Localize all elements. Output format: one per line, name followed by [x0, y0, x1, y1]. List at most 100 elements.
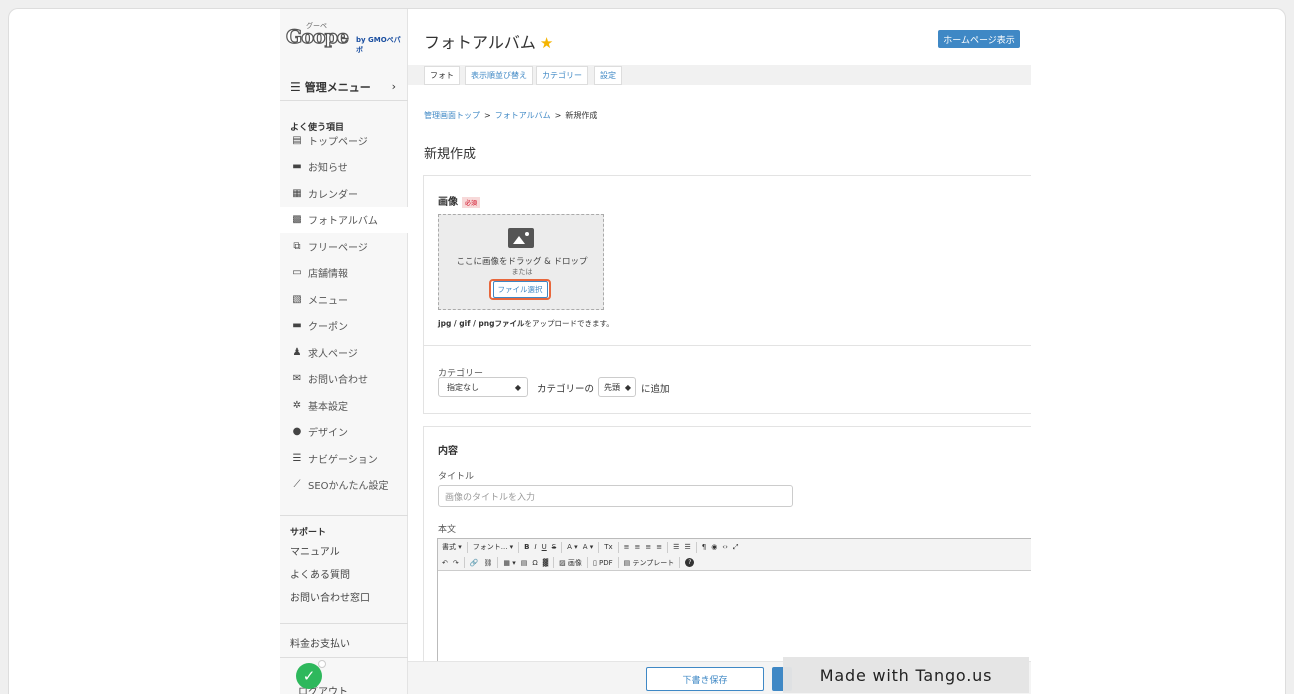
sidebar-item-news[interactable]: ▬ お知らせ	[280, 154, 408, 181]
file-format-rest: をアップロードできます。	[524, 319, 614, 328]
source-icon[interactable]: ‹›	[722, 543, 728, 551]
align-center-button[interactable]: ≡	[635, 543, 641, 551]
support-heading: サポート	[290, 528, 327, 538]
dropzone-or: または	[511, 268, 533, 276]
sidebar-item-coupon[interactable]: ▬ クーポン	[280, 313, 408, 340]
sidebar-item-top-page[interactable]: ▤ トップページ	[280, 127, 408, 154]
breadcrumb-home[interactable]: 管理画面トップ	[424, 111, 480, 120]
toolbar-sep	[617, 557, 619, 568]
link-icon[interactable]: 🔗	[470, 559, 479, 567]
star-icon[interactable]: ★	[540, 34, 553, 52]
sidebar-item-basic-settings[interactable]: ✲ 基本設定	[280, 392, 408, 419]
sidebar-item-menu[interactable]: ▧ メニュー	[280, 286, 408, 313]
table-icon[interactable]: ▦ ▾	[503, 559, 515, 567]
image-label-text: 画像	[438, 197, 458, 208]
file-select-button[interactable]: ファイル選択	[489, 279, 551, 300]
text-color-button[interactable]: A ▾	[567, 543, 578, 551]
sidebar-item-label: メニュー	[308, 295, 348, 307]
sidebar-item-store-info[interactable]: ▭ 店舗情報	[280, 260, 408, 287]
template-button[interactable]: ▤ テンプレート	[624, 558, 675, 568]
select-caret-icon: ◆	[624, 382, 631, 392]
toolbar-sep	[695, 541, 697, 553]
fullscreen-icon[interactable]: ⤢	[733, 543, 739, 552]
goope-logo[interactable]: グーペ Goope by GMOペパボ	[285, 21, 404, 54]
bold-button[interactable]: B	[524, 543, 529, 551]
toolbar-sep	[497, 557, 499, 568]
screenshot-frame: グーペ Goope by GMOペパボ ☰ 管理メニュー › よく使う項目 ▤ ト…	[8, 8, 1286, 694]
chart-icon: ⟋	[293, 479, 301, 491]
bg-color-button[interactable]: A ▾	[583, 543, 594, 551]
logo-by-gmo: by GMOペパボ	[356, 36, 401, 54]
underline-button[interactable]: U	[542, 543, 547, 551]
breadcrumb-sep: >	[554, 111, 562, 120]
redo-icon[interactable]: ↷	[453, 559, 459, 567]
billing-link[interactable]: 料金お支払い	[280, 631, 408, 654]
tab-photo[interactable]: フォト	[424, 66, 460, 85]
coupon-icon: ▬	[292, 320, 302, 332]
sidebar-item-calendar[interactable]: ▦ カレンダー	[280, 180, 408, 207]
binoculars-icon[interactable]: ▓	[543, 559, 548, 567]
bullet-list-button[interactable]: ☰	[673, 543, 679, 551]
editor-toolbar-row-1: 書式 ▾ フォント... ▾ B I U S A ▾ A ▾ Tx ≡ ≡ ≡ …	[438, 539, 1031, 555]
unlink-icon[interactable]: ⛓	[483, 559, 492, 567]
insert-pdf-button[interactable]: ▯ PDF	[593, 559, 613, 567]
category-select[interactable]: 指定なし ◆	[438, 377, 528, 397]
list-icon: ☰	[292, 452, 302, 464]
align-justify-button[interactable]: ≡	[656, 543, 662, 551]
sidebar-item-jobs[interactable]: ♟ 求人ページ	[280, 339, 408, 366]
support-item-manual[interactable]: マニュアル	[280, 539, 408, 562]
admin-menu-toggle[interactable]: ☰ 管理メニュー ›	[280, 73, 408, 101]
sidebar-item-label: 基本設定	[308, 401, 348, 413]
strike-button[interactable]: S	[552, 543, 556, 551]
sidebar-item-label: クーポン	[308, 322, 348, 334]
sidebar-item-navigation[interactable]: ☰ ナビゲーション	[280, 445, 408, 472]
sidebar-item-label: 店舗情報	[308, 269, 348, 281]
sidebar-item-design[interactable]: ● デザイン	[280, 419, 408, 446]
category-suffix: に追加	[641, 384, 670, 395]
support-item-contact[interactable]: お問い合わせ窓口	[280, 585, 408, 608]
breadcrumb: 管理画面トップ > フォトアルバム > 新規作成	[424, 110, 597, 121]
image-icon	[508, 228, 534, 248]
tab-display-order[interactable]: 表示順並び替え	[465, 66, 533, 85]
image-dropzone[interactable]: ここに画像をドラッグ & ドロップ または ファイル選択	[438, 214, 604, 310]
sidebar-item-photo-album[interactable]: ▩ フォトアルバム	[280, 206, 408, 233]
number-list-button[interactable]: ☰	[684, 543, 690, 551]
align-right-button[interactable]: ≡	[645, 543, 651, 551]
tab-category[interactable]: カテゴリー	[536, 66, 588, 85]
sidebar-item-free-page[interactable]: ⧉ フリーページ	[280, 233, 408, 260]
support-item-faq[interactable]: よくある質問	[280, 562, 408, 585]
select-caret-icon: ◆	[514, 382, 521, 392]
omega-icon[interactable]: Ω	[532, 559, 537, 567]
paragraph-icon[interactable]: ¶	[702, 543, 706, 551]
sidebar-item-contact[interactable]: ✉ お問い合わせ	[280, 366, 408, 393]
page-heading: 新規作成	[424, 147, 477, 162]
insert-image-button[interactable]: ▨ 画像	[559, 558, 582, 568]
sidebar-item-label: お問い合わせ	[308, 375, 368, 387]
italic-button[interactable]: I	[535, 543, 537, 551]
save-draft-button[interactable]: 下書き保存	[646, 667, 764, 691]
page-title-text: フォトアルバム	[424, 33, 536, 52]
required-badge: 必須	[462, 196, 481, 208]
checkmark-icon[interactable]: ✓	[296, 660, 326, 689]
pages-icon: ⧉	[293, 240, 301, 252]
toolbar-sep	[679, 557, 681, 568]
clear-format-button[interactable]: Tx	[604, 543, 612, 551]
preview-icon[interactable]: ◉	[711, 543, 717, 551]
align-left-button[interactable]: ≡	[624, 543, 630, 551]
title-input[interactable]: 画像のタイトルを入力	[438, 485, 793, 507]
breadcrumb-album[interactable]: フォトアルバム	[495, 111, 551, 120]
tango-watermark: Made with Tango.us	[783, 657, 1029, 693]
help-icon[interactable]: ?	[685, 558, 695, 567]
undo-icon[interactable]: ↶	[442, 559, 448, 567]
breadcrumb-current: 新規作成	[565, 111, 598, 120]
gear-icon: ✲	[292, 399, 302, 411]
toolbar-sep	[617, 541, 619, 553]
position-select[interactable]: 先頭 ◆	[598, 377, 636, 397]
sidebar-item-seo[interactable]: ⟋ SEOかんたん設定	[280, 472, 408, 499]
font-dropdown[interactable]: フォント... ▾	[473, 542, 513, 552]
format-dropdown[interactable]: 書式 ▾	[442, 542, 462, 552]
tab-settings[interactable]: 設定	[594, 66, 622, 85]
embed-icon[interactable]: ▤	[521, 559, 528, 567]
image-label: 画像 必須	[438, 193, 481, 208]
view-homepage-button[interactable]: ホームページ表示	[938, 30, 1020, 48]
